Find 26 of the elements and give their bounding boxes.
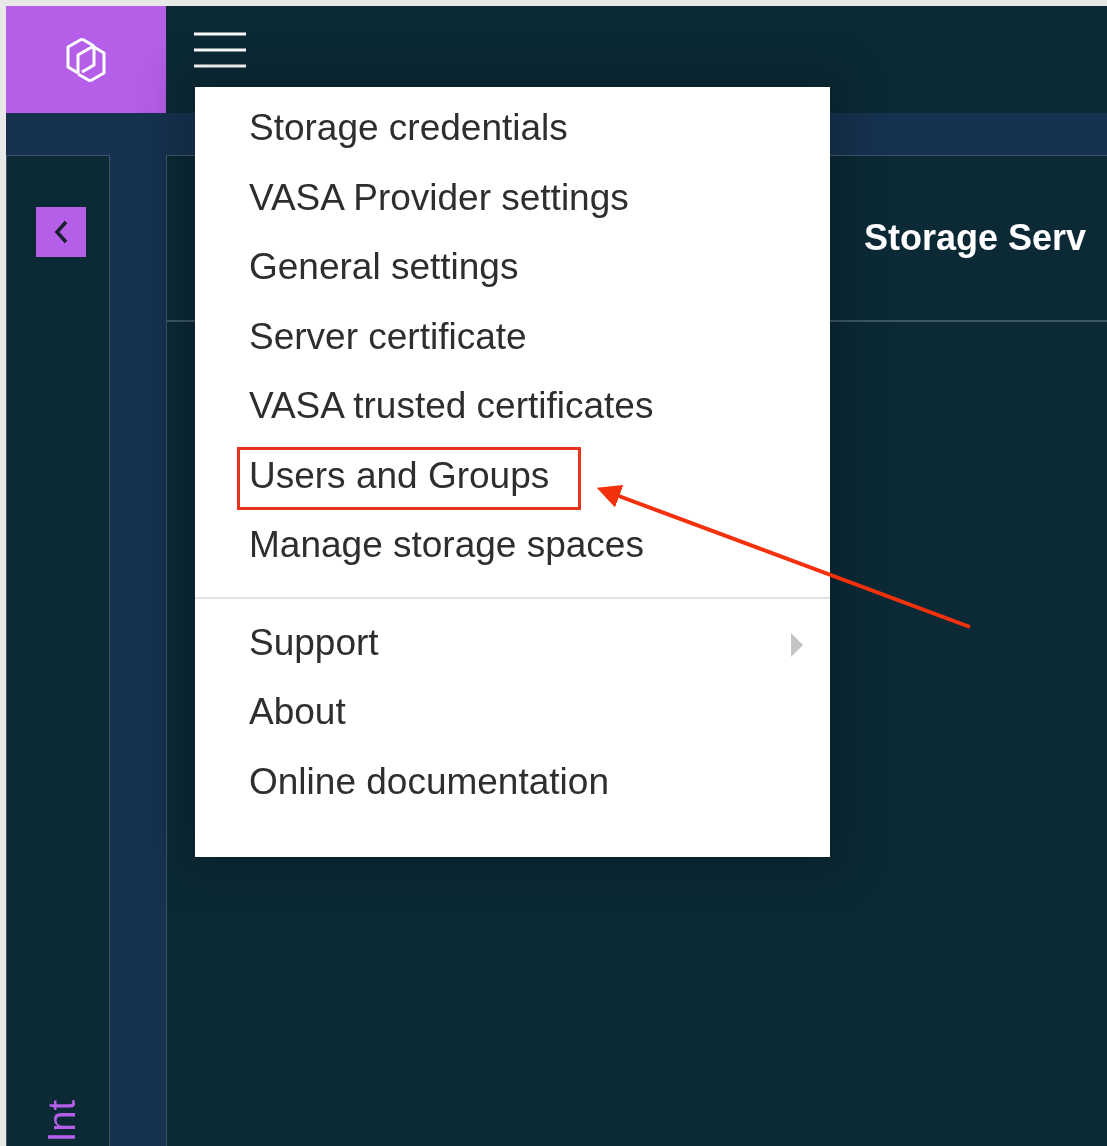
page-title: Storage Serv — [864, 217, 1087, 259]
highlight-box: Users and Groups — [237, 446, 582, 510]
menu-item[interactable]: Server certificate — [195, 304, 830, 374]
menu-item[interactable]: Manage storage spaces — [195, 513, 830, 583]
menu-item[interactable]: About — [195, 680, 830, 750]
app-logo[interactable] — [6, 6, 166, 113]
menu-item-label: VASA trusted certificates — [248, 384, 655, 429]
menu-item[interactable]: Storage credentials — [195, 96, 830, 166]
menu-item[interactable]: Users and Groups — [195, 443, 830, 513]
menu-item-label: VASA Provider settings — [248, 175, 630, 220]
menu-item-label: Support — [248, 620, 380, 665]
chevron-left-icon — [54, 220, 68, 244]
menu-item[interactable]: VASA Provider settings — [195, 165, 830, 235]
menu-item-label: Storage credentials — [248, 106, 569, 151]
menu-item-label: Server certificate — [248, 314, 528, 359]
menu-item[interactable]: General settings — [195, 235, 830, 305]
menu-item-label: General settings — [248, 245, 520, 290]
menu-item[interactable]: VASA trusted certificates — [195, 374, 830, 444]
vertical-label: Int — [43, 1099, 81, 1142]
menu-item[interactable]: Support — [195, 610, 830, 680]
menu-item-label: Online documentation — [248, 759, 610, 804]
menu-item-label: About — [248, 690, 347, 735]
menu-item[interactable]: Online documentation — [195, 749, 830, 819]
menu-item-label: Manage storage spaces — [248, 523, 645, 568]
collapse-button[interactable] — [36, 207, 86, 257]
submenu-arrow-icon — [790, 632, 804, 659]
